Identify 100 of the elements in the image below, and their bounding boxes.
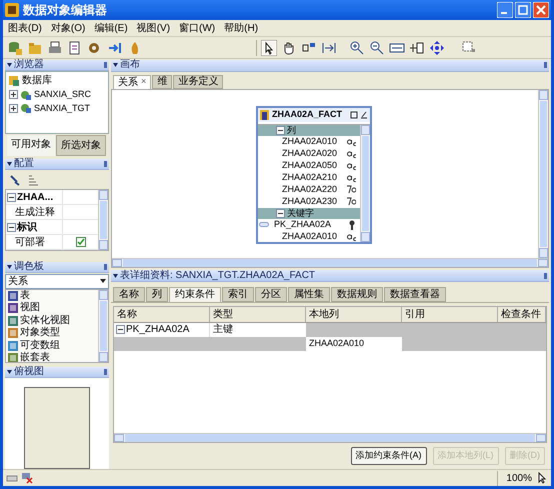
collapse-arrow-icon[interactable] — [7, 63, 12, 67]
pointer-icon[interactable] — [261, 40, 277, 56]
database-icon[interactable] — [7, 40, 23, 56]
palette-dropdown[interactable]: 关系 — [5, 274, 109, 289]
pin-icon[interactable] — [104, 264, 107, 270]
menu-item[interactable]: 帮助(H) — [224, 20, 258, 36]
tree-item[interactable]: SANXIA_SRC — [34, 88, 92, 102]
zoom-out-icon[interactable] — [369, 40, 385, 56]
horizontal-scrollbar[interactable] — [112, 258, 548, 268]
table-cell-text: PK_ZHAA02A — [126, 323, 190, 338]
close-icon[interactable] — [533, 2, 549, 18]
column-name: ZHAA02A050 — [282, 158, 338, 172]
text-type-icon — [346, 161, 356, 170]
number-type-icon — [346, 197, 356, 206]
palette-item[interactable]: 嵌套表 — [20, 353, 50, 362]
section-title: 调色板 — [14, 262, 44, 272]
layout-icon[interactable] — [409, 40, 425, 56]
schema-icon — [20, 102, 32, 114]
collapse-arrow-icon[interactable] — [7, 162, 12, 166]
tab[interactable]: 数据规则 — [331, 286, 383, 302]
section-title: 配置 — [14, 159, 34, 170]
section-title: 表详细资料: SANXIA_TGT.ZHAA02A_FACT — [120, 270, 316, 281]
palette-item[interactable]: 表 — [20, 290, 30, 301]
pointer-icon — [538, 472, 548, 484]
tree-item[interactable]: SANXIA_TGT — [34, 102, 90, 115]
palette-item[interactable]: 视图 — [20, 303, 40, 314]
column-name: ZHAA02A010 — [282, 230, 338, 242]
connector-icon[interactable] — [259, 222, 269, 228]
palette-item[interactable]: 实体化视图 — [20, 316, 70, 326]
collapse-arrow-icon[interactable] — [7, 370, 12, 374]
column-header[interactable]: 本地列 — [306, 306, 402, 322]
tab[interactable]: 业务定义 — [173, 74, 224, 89]
entity-box[interactable]: ZHAA02A_FACT 列 ZHAA02A010 ZHAA02A020 ZHAA02A050 ZHAA02A210 ZHAA02A220 ZHAA02A230 关键字 PK_ZHAA02A ZHAA02A010 — [256, 106, 372, 244]
app-icon — [5, 3, 19, 17]
expand-icon[interactable] — [9, 104, 18, 113]
collapse-arrow-icon[interactable] — [113, 63, 118, 68]
sort-icon[interactable] — [27, 174, 39, 186]
menu-item[interactable]: 图表(D) — [8, 20, 42, 36]
table-icon — [260, 110, 269, 120]
vertical-scrollbar[interactable] — [360, 124, 370, 242]
expand-icon[interactable] — [9, 90, 18, 100]
collapse-icon[interactable] — [116, 325, 125, 334]
restore-icon[interactable] — [350, 110, 368, 119]
collapse-icon[interactable] — [7, 192, 16, 202]
tab[interactable]: 关系 × — [113, 74, 152, 89]
property-name: ZHAA... — [17, 190, 54, 205]
vertical-scrollbar[interactable] — [98, 290, 108, 362]
minimize-icon[interactable] — [497, 2, 513, 18]
zoom-level: 100% — [497, 470, 532, 486]
entity-name: ZHAA02A_FACT — [272, 108, 342, 121]
zoom-in-icon[interactable] — [349, 40, 365, 56]
column-header[interactable]: 名称 — [114, 306, 210, 322]
pin-icon[interactable] — [104, 161, 107, 168]
horizontal-scrollbar[interactable] — [114, 433, 546, 442]
tab[interactable]: 所选对象 — [56, 134, 106, 156]
maximize-icon[interactable] — [515, 2, 531, 18]
palette-item[interactable]: 可变数组 — [20, 340, 60, 351]
tab[interactable]: 数据查看器 — [384, 286, 446, 302]
column-header[interactable]: 类型 — [210, 306, 306, 322]
pin-icon[interactable] — [544, 272, 547, 279]
tree-item[interactable]: 数据库 — [22, 73, 52, 88]
menu-item[interactable]: 编辑(E) — [94, 20, 128, 36]
object-icon — [8, 303, 18, 314]
text-type-icon — [346, 137, 356, 146]
tab[interactable]: 可用对象 — [7, 134, 55, 156]
window-title: 数据对象编辑器 — [23, 2, 107, 19]
menu-item[interactable]: 视图(V) — [136, 20, 170, 36]
section-title: 画布 — [120, 60, 140, 70]
menu-item[interactable]: 对象(O) — [50, 20, 86, 36]
column-name: ZHAA02A210 — [282, 170, 338, 184]
menu-item[interactable]: 窗口(W) — [179, 20, 216, 36]
palette-item[interactable]: 对象类型 — [20, 328, 60, 338]
checkbox[interactable] — [76, 237, 86, 248]
tab[interactable]: 分区 — [255, 286, 287, 302]
column-header[interactable]: 引用 — [402, 306, 498, 322]
tab[interactable]: 名称 — [113, 286, 145, 302]
collapse-arrow-icon[interactable] — [7, 264, 12, 269]
action-button[interactable]: 添加约束条件(A) — [350, 447, 426, 466]
vertical-scrollbar[interactable] — [538, 90, 548, 258]
move-icon[interactable] — [429, 40, 445, 56]
collapse-icon[interactable] — [276, 126, 285, 135]
section-title: 浏览器 — [14, 60, 44, 70]
property-name: 标识 — [17, 220, 37, 235]
column-name: ZHAA02A220 — [282, 182, 338, 196]
disconnect-icon — [21, 472, 33, 484]
collapse-icon[interactable] — [276, 208, 285, 218]
property-name: 可部署 — [14, 236, 45, 250]
vertical-scrollbar[interactable] — [98, 190, 108, 250]
tab[interactable]: 列 — [146, 286, 168, 302]
tab[interactable]: 索引 — [222, 286, 254, 302]
collapse-arrow-icon[interactable] — [113, 274, 118, 278]
collapse-icon[interactable] — [7, 222, 16, 232]
pin-icon[interactable] — [544, 62, 547, 68]
text-type-icon — [346, 173, 356, 182]
tab[interactable]: 属性集 — [288, 286, 330, 302]
tab[interactable]: 约束条件 — [169, 286, 221, 302]
printer-icon[interactable] — [47, 40, 63, 56]
tab[interactable]: 维 — [152, 74, 172, 89]
column-header[interactable]: 检查条件 — [498, 306, 546, 322]
section-title: 俯视图 — [14, 367, 44, 377]
